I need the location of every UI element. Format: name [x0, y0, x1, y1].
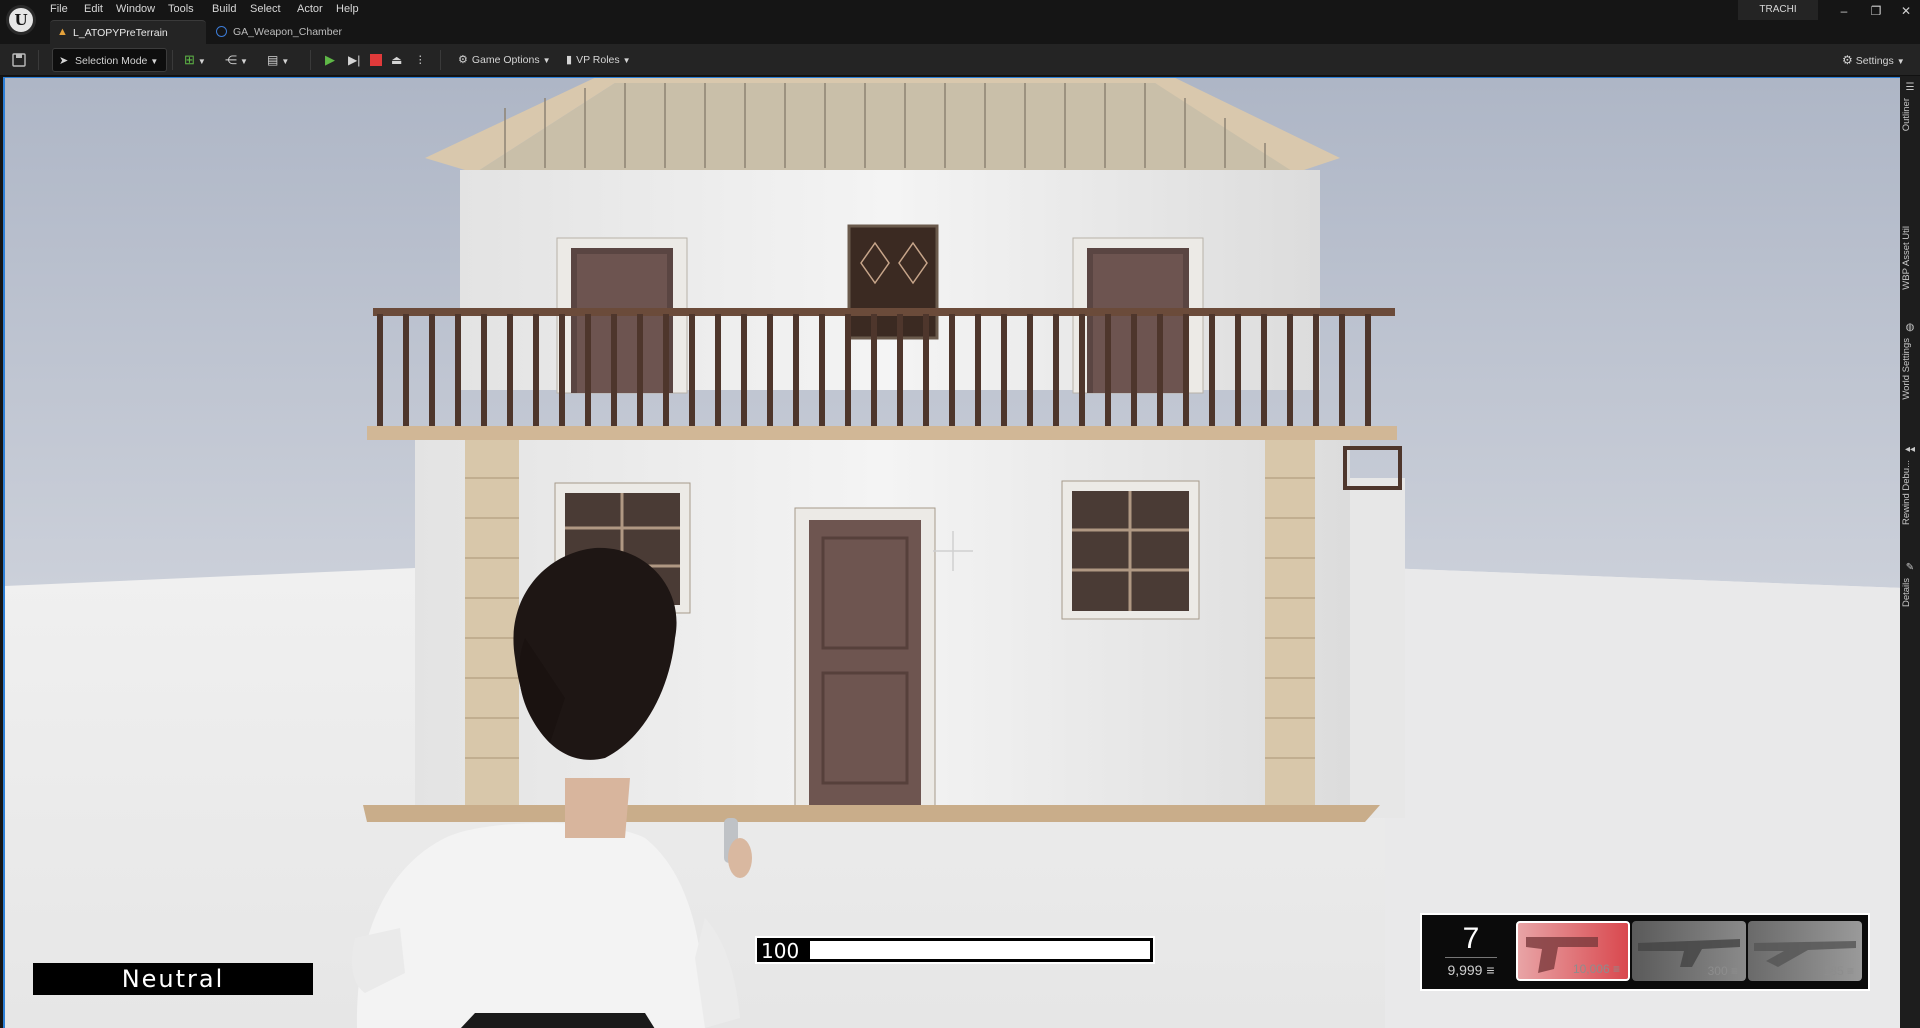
health-value: 100: [761, 939, 800, 963]
tab-wbp-asset-util[interactable]: WBP Asset Util: [1901, 226, 1912, 290]
menu-help[interactable]: Help: [336, 2, 359, 16]
save-icon[interactable]: [12, 48, 28, 72]
game-options-icon: ⚙: [458, 54, 468, 66]
weapon-slot-pistol[interactable]: 10,006 ≡: [1516, 921, 1630, 981]
tab-label: GA_Weapon_Chamber: [233, 26, 342, 38]
add-actor-icon: ⊞: [184, 52, 195, 67]
weapon-count: 185 ≡: [1823, 964, 1854, 978]
close-icon[interactable]: ✕: [1892, 1, 1920, 21]
menu-tools[interactable]: Tools: [168, 2, 194, 16]
selection-mode-dropdown[interactable]: ➤ Selection Mode ▼: [52, 48, 168, 72]
eject-icon: ⏏: [391, 53, 403, 67]
ammo-divider: [1445, 957, 1497, 958]
advance-frame-icon: ▶|: [348, 53, 361, 67]
game-options-label: Game Options: [471, 54, 540, 66]
health-bar: 100: [755, 936, 1155, 964]
level-icon: ▲: [57, 26, 68, 38]
minimize-icon[interactable]: –: [1830, 1, 1858, 21]
ammo-reserve: 9,999 ≡: [1447, 962, 1495, 978]
menu-bar: U File Edit Window Tools Build Select Ac…: [0, 0, 1920, 44]
blueprint-tree-icon: ⋲: [225, 53, 237, 67]
menu-actor[interactable]: Actor: [297, 2, 323, 16]
eject-button[interactable]: ⏏: [391, 48, 402, 72]
unreal-logo[interactable]: U: [6, 5, 36, 35]
tab-world-settings[interactable]: World Settings: [1901, 338, 1912, 400]
chevron-down-icon: ▼: [150, 57, 159, 66]
settings-label: Settings: [1855, 55, 1894, 67]
stop-icon[interactable]: [370, 54, 382, 66]
menu-edit[interactable]: Edit: [84, 2, 103, 16]
game-viewport[interactable]: Neutral 100 7 9,999 ≡ 10,006 ≡ 300 ≡ 185…: [3, 77, 1900, 1028]
menu-window[interactable]: Window: [116, 2, 155, 16]
add-actor-button[interactable]: ⊞ ▼: [184, 48, 206, 72]
weapon-count: 300 ≡: [1707, 964, 1738, 978]
weapon-hud: 7 9,999 ≡ 10,006 ≡ 300 ≡ 185 ≡: [1420, 913, 1870, 991]
rewind-icon: ◂◂: [1904, 444, 1916, 455]
cursor-icon: ➤: [59, 55, 69, 67]
vp-roles-dropdown[interactable]: ▮ VP Roles ▼: [566, 48, 631, 72]
gear-icon: ⚙: [1842, 53, 1853, 67]
menu-file[interactable]: File: [50, 2, 68, 16]
play-button[interactable]: ▶: [325, 48, 335, 72]
tab-details[interactable]: Details: [1901, 578, 1912, 607]
tab-blueprint[interactable]: GA_Weapon_Chamber: [212, 20, 372, 44]
weapon-slot-shotgun[interactable]: 185 ≡: [1748, 921, 1862, 981]
game-options-dropdown[interactable]: ⚙ Game Options ▼: [458, 48, 551, 72]
restore-icon[interactable]: ❐: [1862, 1, 1890, 21]
menu-select[interactable]: Select: [250, 2, 281, 16]
ammo-counter: 7 9,999 ≡: [1434, 923, 1508, 983]
settings-dropdown[interactable]: ⚙ Settings ▼: [1842, 48, 1905, 72]
clapboard-icon: ▤: [267, 53, 279, 67]
vp-roles-icon: ▮: [566, 54, 573, 66]
vp-roles-label: VP Roles: [576, 54, 620, 66]
menu-build[interactable]: Build: [212, 2, 236, 16]
tab-rewind-debugger[interactable]: Rewind Debu...: [1901, 460, 1912, 525]
blueprint-icon: [216, 26, 227, 37]
more-options-icon[interactable]: ⋮: [415, 48, 426, 72]
pencil-icon: ✎: [1905, 562, 1915, 573]
ammo-magazine: 7: [1462, 922, 1480, 955]
advance-frame-button[interactable]: ▶|: [348, 48, 360, 72]
tab-outliner[interactable]: Outliner: [1901, 98, 1912, 131]
list-icon: ☰: [1905, 82, 1915, 93]
health-fill: [810, 941, 1150, 959]
cinematics-button[interactable]: ▤ ▼: [267, 48, 289, 72]
scene-render: [5, 78, 1900, 1028]
selection-mode-label: Selection Mode: [75, 55, 148, 67]
weapon-slot-rifle[interactable]: 300 ≡: [1632, 921, 1746, 981]
globe-icon: ◍: [1905, 322, 1915, 333]
play-icon: ▶: [325, 52, 335, 67]
right-panel-tabs: ☰ Outliner WBP Asset Util ◍ World Settin…: [1900, 76, 1920, 1028]
tab-level[interactable]: ▲ L_ATOPYPreTerrain: [50, 20, 206, 44]
blueprint-button[interactable]: ⋲ ▼: [225, 48, 248, 72]
weapon-count: 10,006 ≡: [1572, 962, 1620, 976]
mood-indicator: Neutral: [33, 963, 313, 995]
user-badge[interactable]: TRACHI: [1738, 0, 1818, 20]
tab-label: L_ATOPYPreTerrain: [73, 27, 168, 39]
main-toolbar: ➤ Selection Mode ▼ ⊞ ▼ ⋲ ▼ ▤ ▼ ▶ ▶| ⏏ ⋮ ⚙ Gam…: [0, 44, 1920, 76]
